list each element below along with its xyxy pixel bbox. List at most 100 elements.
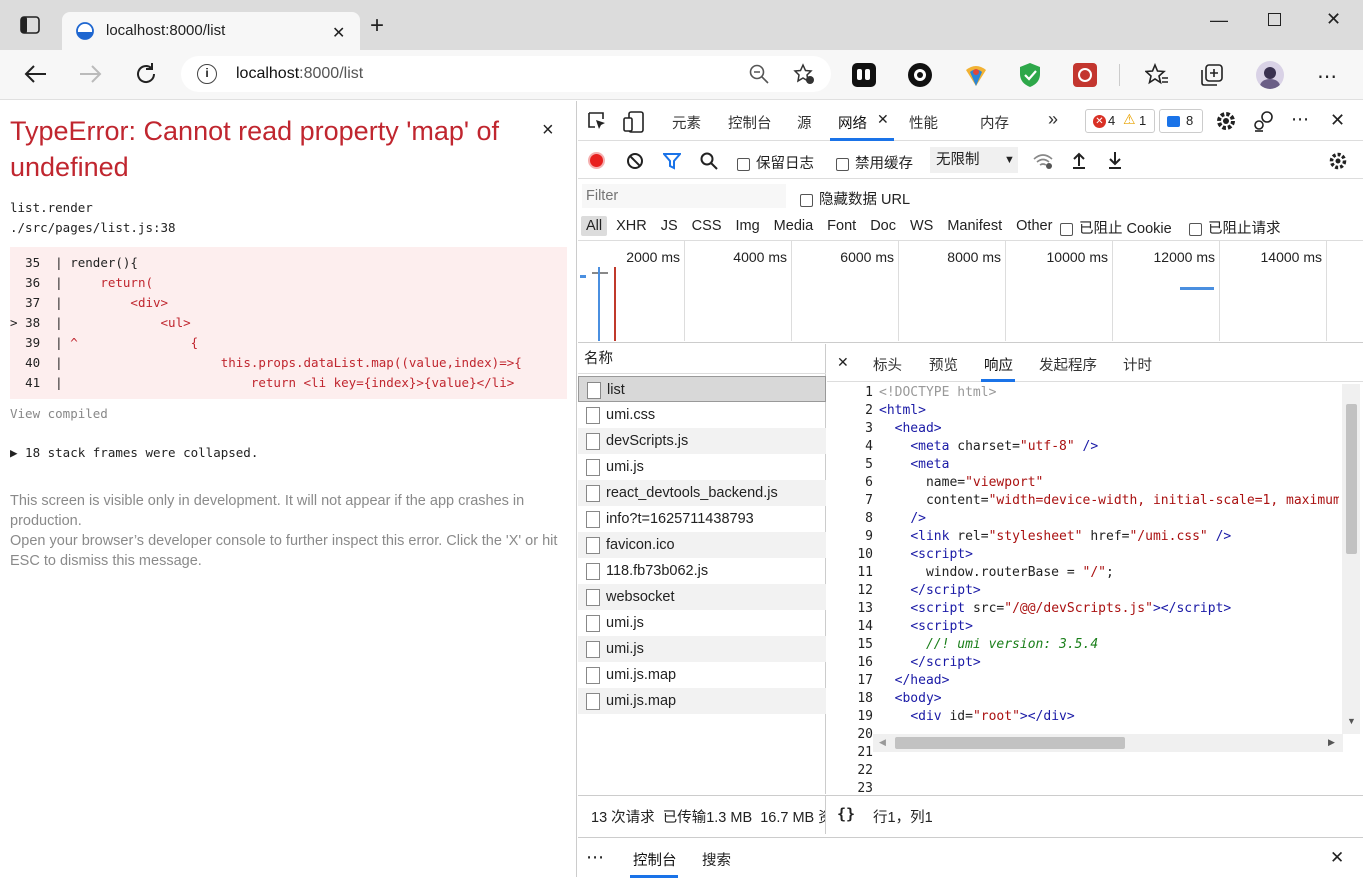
favorites-icon[interactable]	[1145, 63, 1169, 87]
tab-actions-icon[interactable]	[20, 16, 40, 34]
hide-data-url-checkbox[interactable]: 隐藏数据 URL	[800, 188, 910, 209]
drawer-tab-search[interactable]: 搜索	[702, 849, 731, 870]
request-row[interactable]: umi.js.map	[578, 662, 826, 688]
import-har-icon[interactable]	[1071, 151, 1087, 169]
minimize-icon[interactable]: —	[1210, 10, 1228, 31]
gear-icon[interactable]	[1215, 110, 1237, 132]
more-tabs-icon[interactable]: »	[1048, 109, 1058, 130]
name-column-header[interactable]: 名称	[578, 344, 826, 374]
blocked-cookies-checkbox[interactable]: 已阻止 Cookie	[1060, 217, 1172, 238]
refresh-icon[interactable]	[134, 62, 158, 86]
tab-initiator[interactable]: 发起程序	[1039, 354, 1097, 375]
close-overlay-button[interactable]: ×	[542, 119, 554, 142]
browser-tab[interactable]: localhost:8000/list ✕	[62, 12, 360, 50]
window-close-icon[interactable]: ✕	[1326, 9, 1341, 30]
type-filter-css[interactable]: CSS	[687, 216, 727, 236]
preserve-log-checkbox[interactable]: 保留日志	[737, 152, 814, 173]
request-row[interactable]: devScripts.js	[578, 428, 826, 454]
request-row[interactable]: react_devtools_backend.js	[578, 480, 826, 506]
request-row[interactable]: info?t=1625711438793	[578, 506, 826, 532]
request-row[interactable]: websocket	[578, 584, 826, 610]
remote-devices-icon[interactable]	[1253, 110, 1275, 132]
search-icon[interactable]	[700, 152, 718, 170]
type-filter-all[interactable]: All	[581, 216, 608, 236]
back-icon[interactable]	[22, 63, 48, 85]
export-har-icon[interactable]	[1107, 151, 1123, 169]
vertical-scroll-thumb[interactable]	[1346, 404, 1357, 554]
url-field[interactable]: i localhost:8000/list	[181, 56, 831, 92]
type-filter-other[interactable]: Other	[1011, 216, 1057, 236]
network-conditions-icon[interactable]	[1032, 152, 1054, 170]
scroll-left-icon[interactable]: ◀	[879, 737, 886, 748]
type-filter-xhr[interactable]: XHR	[611, 216, 652, 236]
tab-memory[interactable]: 内存	[980, 112, 1009, 133]
close-detail-icon[interactable]: ✕	[837, 354, 849, 371]
drawer-tab-console[interactable]: 控制台	[633, 849, 677, 870]
horizontal-scrollbar[interactable]: ◀ ▶	[873, 734, 1343, 752]
pretty-print-button[interactable]: {}	[837, 805, 855, 823]
type-filter-img[interactable]: Img	[731, 216, 765, 236]
type-filter-media[interactable]: Media	[769, 216, 819, 236]
vertical-scrollbar[interactable]: ▼	[1342, 384, 1360, 734]
request-row[interactable]: favicon.ico	[578, 532, 826, 558]
request-row[interactable]: list	[578, 376, 826, 402]
forward-icon[interactable]	[78, 63, 104, 85]
network-settings-icon[interactable]	[1328, 151, 1348, 171]
throttle-select[interactable]: 无限制 ▼	[930, 147, 1018, 173]
drawer-more-icon[interactable]: ⋯	[586, 847, 604, 868]
avatar[interactable]	[1256, 61, 1284, 89]
device-toolbar-icon[interactable]	[623, 111, 645, 133]
type-filter-manifest[interactable]: Manifest	[942, 216, 1007, 236]
request-row[interactable]: umi.css	[578, 402, 826, 428]
horizontal-scroll-thumb[interactable]	[895, 737, 1125, 749]
type-filter-ws[interactable]: WS	[905, 216, 938, 236]
zoom-icon[interactable]	[749, 64, 769, 84]
scroll-down-icon[interactable]: ▼	[1347, 716, 1356, 726]
extension-icon-1[interactable]	[852, 63, 876, 87]
devtools-menu-icon[interactable]: ⋯	[1291, 109, 1309, 130]
type-filter-doc[interactable]: Doc	[865, 216, 901, 236]
tab-response[interactable]: 响应	[984, 354, 1013, 375]
shield-icon[interactable]	[1018, 62, 1042, 88]
collections-icon[interactable]	[1200, 63, 1224, 87]
extension-icon-3[interactable]	[963, 62, 989, 88]
tab-elements[interactable]: 元素	[672, 112, 701, 133]
tab-network[interactable]: 网络	[838, 112, 867, 133]
type-filter-js[interactable]: JS	[656, 216, 683, 236]
close-drawer-icon[interactable]: ✕	[1330, 848, 1344, 868]
close-devtools-icon[interactable]: ✕	[1330, 110, 1345, 131]
request-row[interactable]: umi.js	[578, 610, 826, 636]
settings-more-icon[interactable]: ⋯	[1317, 64, 1338, 89]
blocked-requests-checkbox[interactable]: 已阻止请求	[1189, 217, 1281, 238]
filter-input[interactable]	[582, 184, 786, 208]
request-row[interactable]: 118.fb73b062.js	[578, 558, 826, 584]
tab-close-icon[interactable]: ✕	[332, 23, 345, 43]
tab-performance[interactable]: 性能	[909, 112, 938, 133]
messages-counter[interactable]: 8	[1159, 109, 1203, 133]
clear-icon[interactable]	[626, 152, 644, 170]
new-tab-icon[interactable]: +	[370, 14, 384, 38]
filter-icon[interactable]	[663, 152, 681, 170]
type-filter-font[interactable]: Font	[822, 216, 861, 236]
issues-counter[interactable]: ✕ 4 ⚠ 1	[1085, 109, 1155, 133]
view-compiled-link[interactable]: View compiled	[10, 406, 108, 421]
extension-icon-5[interactable]	[1073, 63, 1097, 87]
request-row[interactable]: umi.js	[578, 636, 826, 662]
record-icon[interactable]	[588, 152, 605, 169]
tab-sources[interactable]: 源	[797, 112, 812, 133]
add-favorite-icon[interactable]	[793, 63, 815, 85]
scroll-right-icon[interactable]: ▶	[1328, 737, 1335, 748]
maximize-icon[interactable]	[1268, 13, 1281, 26]
tab-headers[interactable]: 标头	[873, 354, 902, 375]
tab-timing[interactable]: 计时	[1123, 354, 1152, 375]
inspect-icon[interactable]	[587, 111, 607, 131]
extension-icon-2[interactable]	[908, 63, 932, 87]
request-row[interactable]: umi.js	[578, 454, 826, 480]
close-network-tab-icon[interactable]: ✕	[877, 111, 889, 128]
disable-cache-checkbox[interactable]: 禁用缓存	[836, 152, 913, 173]
tab-preview[interactable]: 预览	[929, 354, 958, 375]
collapsed-frames-toggle[interactable]: ▶ 18 stack frames were collapsed.	[10, 445, 258, 460]
tab-console[interactable]: 控制台	[728, 112, 772, 133]
request-row[interactable]: umi.js.map	[578, 688, 826, 714]
info-icon[interactable]: i	[197, 64, 217, 84]
